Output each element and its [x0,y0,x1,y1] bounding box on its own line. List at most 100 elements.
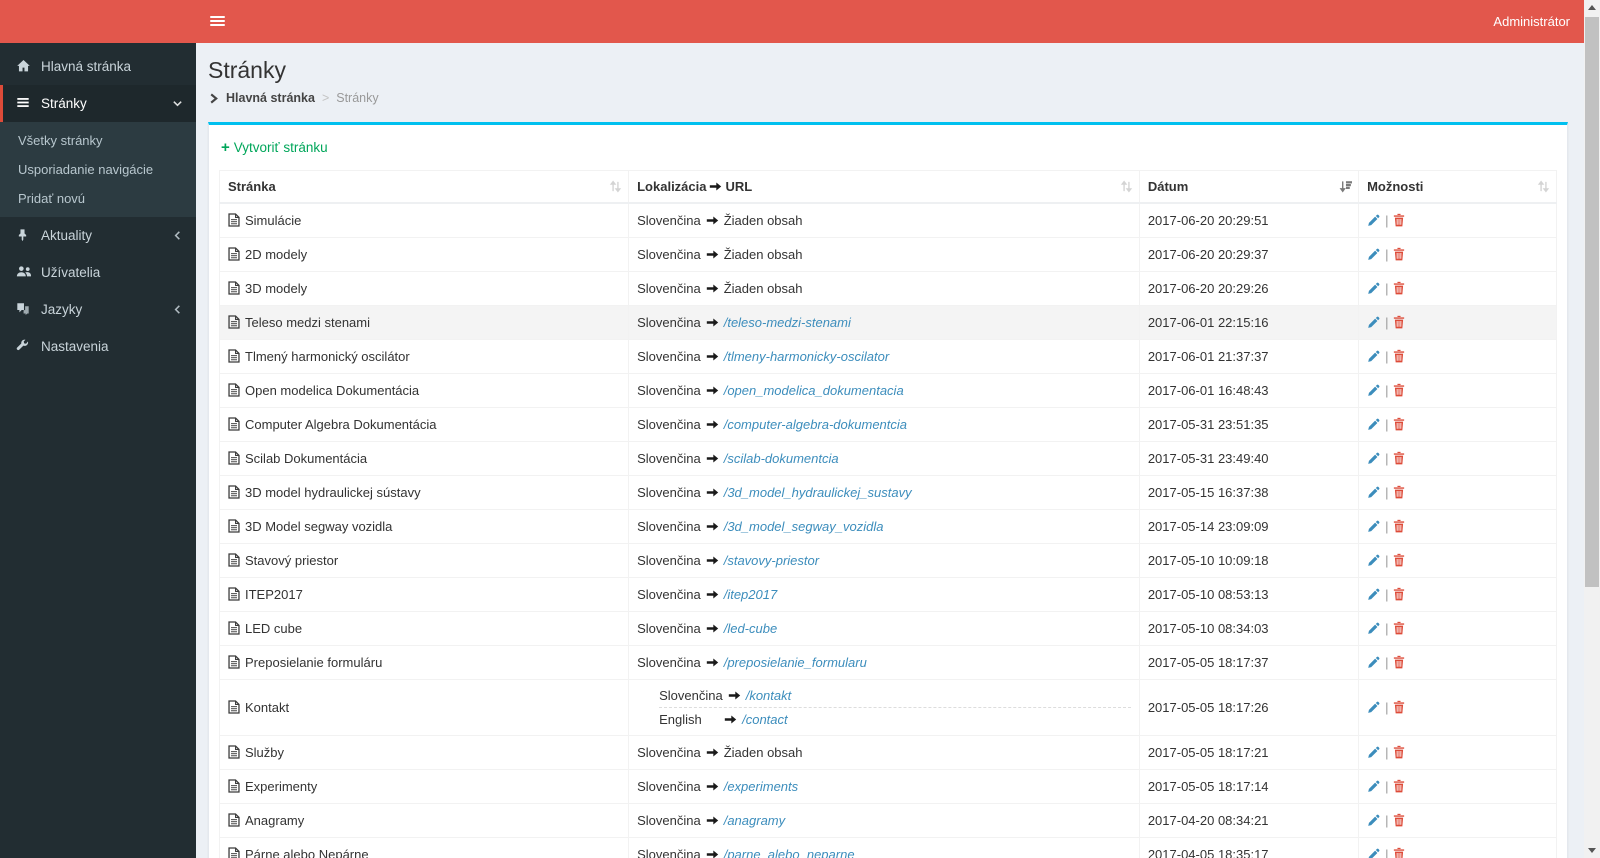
pages-table: Stránka Lokalizácia URL Dátum Možnosti Simul… [218,170,1557,858]
sidebar-item-stranky[interactable]: Stránky [0,85,196,122]
edit-button[interactable] [1367,316,1380,330]
delete-button[interactable] [1393,847,1406,858]
chevron-left-icon [172,304,184,316]
page-url-link[interactable]: /open_modelica_dokumentacia [724,383,904,398]
sort-icon[interactable] [1120,180,1134,194]
column-header-moznosti[interactable]: Možnosti [1358,170,1557,204]
page-url-link[interactable]: /anagramy [724,813,785,828]
page-url-link[interactable]: /preposielanie_formularu [724,655,867,670]
options-cell: | [1358,475,1557,510]
locale-language: English [659,712,702,727]
sort-desc-icon[interactable] [1339,180,1353,194]
edit-button[interactable] [1367,554,1380,568]
page-url-link[interactable]: /computer-algebra-dokumentcia [724,417,907,432]
page-name: Kontakt [245,700,290,715]
breadcrumb-home-link[interactable]: Hlavná stránka [226,91,315,105]
page-name: 3D modely [245,281,308,296]
edit-button[interactable] [1367,214,1380,228]
page-url-link[interactable]: /stavovy-priestor [724,553,819,568]
options-separator: | [1385,281,1389,296]
edit-button[interactable] [1367,746,1380,760]
submenu-item-pridat-novu[interactable]: Pridať novú [0,184,196,213]
column-header-lokalizacia-url[interactable]: Lokalizácia URL [628,170,1140,204]
scroll-up-button[interactable] [1584,0,1600,16]
edit-button[interactable] [1367,588,1380,602]
locale-line: Slovenčina Žiaden obsah [637,212,1131,229]
delete-button[interactable] [1393,247,1406,261]
sidebar-item-jazyky[interactable]: Jazyky [0,291,196,328]
page-name-cell: 3D modely [218,271,630,306]
delete-button[interactable] [1393,349,1406,363]
edit-button[interactable] [1367,486,1380,500]
edit-button[interactable] [1367,418,1380,432]
locale-line: Slovenčina/scilab-dokumentcia [637,450,1131,467]
date-cell: 2017-06-01 16:48:43 [1138,373,1360,408]
column-header-datum[interactable]: Dátum [1138,170,1360,204]
page-url-link[interactable]: /tlmeny-harmonicky-oscilator [724,349,889,364]
edit-button[interactable] [1367,814,1380,828]
delete-button[interactable] [1393,779,1406,793]
sidebar-toggle-button[interactable] [196,0,238,43]
page-url-link[interactable]: /teleso-medzi-stenami [724,315,851,330]
vertical-scrollbar[interactable] [1584,0,1600,858]
edit-button[interactable] [1367,248,1380,262]
delete-button[interactable] [1393,281,1406,295]
delete-button[interactable] [1393,700,1406,714]
delete-button[interactable] [1393,587,1406,601]
create-page-button[interactable]: + Vytvoriť stránku [221,139,328,156]
delete-button[interactable] [1393,745,1406,759]
delete-button[interactable] [1393,519,1406,533]
sidebar-item-label: Nastavenia [41,339,109,354]
options-separator: | [1385,383,1389,398]
edit-button[interactable] [1367,780,1380,794]
sidebar-item-uzivatelia[interactable]: Užívatelia [0,254,196,291]
edit-button[interactable] [1367,622,1380,636]
edit-button[interactable] [1367,701,1380,715]
sort-icon[interactable] [1537,180,1551,194]
delete-button[interactable] [1393,621,1406,635]
page-url-link[interactable]: /experiments [724,779,798,794]
page-url-link[interactable]: /itep2017 [724,587,778,602]
user-menu[interactable]: Administrátor [1493,0,1570,43]
page-url-link[interactable]: /scilab-dokumentcia [724,451,839,466]
table-row: Párne alebo Nepárne Slovenčina/parne_aleb… [218,837,1557,858]
delete-button[interactable] [1393,383,1406,397]
sidebar-item-hlavna-stranka[interactable]: Hlavná stránka [0,48,196,85]
submenu-item-vsetky-stranky[interactable]: Všetky stránky [0,126,196,155]
page-url-link[interactable]: /kontakt [746,688,792,703]
page-url-link[interactable]: /3d_model_hydraulickej_sustavy [724,485,912,500]
edit-button[interactable] [1367,848,1380,858]
edit-button[interactable] [1367,656,1380,670]
page-url-link[interactable]: /contact [742,712,788,727]
edit-button[interactable] [1367,282,1380,296]
submenu-item-usporiadanie-navigacie[interactable]: Usporiadanie navigácie [0,155,196,184]
page-url-link[interactable]: /parne_alebo_neparne [724,847,855,858]
delete-button[interactable] [1393,315,1406,329]
sidebar-item-aktuality[interactable]: Aktuality [0,217,196,254]
sidebar-item-nastavenia[interactable]: Nastavenia [0,328,196,365]
page-name-cell: Simulácie [218,202,630,238]
page-url-link[interactable]: /led-cube [724,621,777,636]
edit-button[interactable] [1367,520,1380,534]
scroll-down-button[interactable] [1584,842,1600,858]
edit-button[interactable] [1367,350,1380,364]
table-row: Experimenty Slovenčina/experiments 2017-05… [218,769,1557,804]
page-url-link[interactable]: /3d_model_segway_vozidla [724,519,884,534]
file-icon [228,417,240,431]
sort-icon[interactable] [609,180,623,194]
options-cell: | [1358,237,1557,272]
delete-button[interactable] [1393,417,1406,431]
file-icon [228,655,240,669]
delete-button[interactable] [1393,655,1406,669]
date-cell: 2017-05-31 23:49:40 [1138,441,1360,476]
delete-button[interactable] [1393,813,1406,827]
edit-button[interactable] [1367,452,1380,466]
date-cell: 2017-04-20 08:34:21 [1138,803,1360,838]
column-header-stranka[interactable]: Stránka [218,170,630,204]
delete-button[interactable] [1393,451,1406,465]
scrollbar-thumb[interactable] [1585,17,1599,587]
delete-button[interactable] [1393,553,1406,567]
edit-button[interactable] [1367,384,1380,398]
delete-button[interactable] [1393,213,1406,227]
delete-button[interactable] [1393,485,1406,499]
